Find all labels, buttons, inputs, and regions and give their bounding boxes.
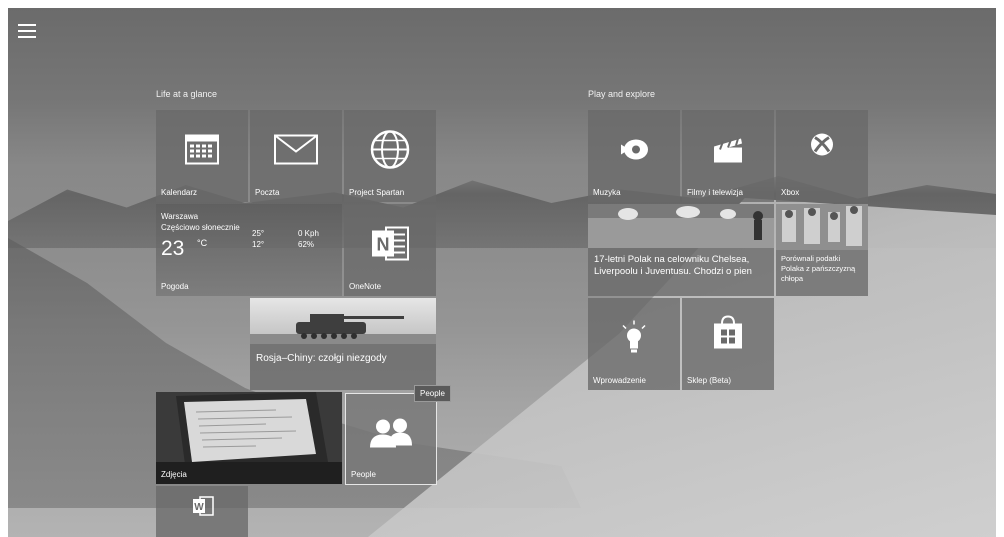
tile-weather[interactable]: Warszawa Częściowo słonecznie 23 °C 25° … [156, 204, 342, 296]
tile-label: Zdjęcia [161, 470, 187, 479]
weather-unit: °C [197, 238, 208, 248]
calendar-icon [185, 134, 219, 170]
clapperboard-icon [711, 136, 745, 169]
start-screen: Life at a glance Play and explore Kalend… [8, 8, 996, 537]
tile-people[interactable]: People [345, 393, 437, 485]
tile-label: Wprowadzenie [593, 376, 646, 385]
tile-label: Xbox [781, 188, 800, 197]
tile-news-sport[interactable]: 17-letni Polak na celowniku Chelsea, Liv… [588, 204, 774, 296]
tile-label: Sklep (Beta) [687, 376, 732, 385]
news-headline: Rosja–Chiny: czołgi niezgody [256, 353, 387, 364]
tile-project-spartan[interactable]: Project Spartan [344, 110, 436, 202]
tile-calendar[interactable]: Kalendarz [156, 110, 248, 202]
group-title-play[interactable]: Play and explore [588, 89, 655, 99]
xbox-icon [810, 132, 834, 161]
tile-music[interactable]: Muzyka [588, 110, 680, 202]
store-icon [712, 315, 744, 354]
tile-news-tanks[interactable]: Rosja–Chiny: czołgi niezgody [250, 298, 436, 390]
tile-photos[interactable]: Zdjęcia [156, 392, 342, 484]
group-title-life[interactable]: Life at a glance [156, 89, 217, 99]
people-tooltip: People [414, 385, 451, 402]
news-headline: 17-letni Polak na celowniku Chelsea, Liv… [594, 254, 752, 277]
svg-text:N: N [377, 235, 390, 255]
tile-word[interactable]: W [156, 486, 248, 537]
word-icon: W [192, 496, 214, 521]
menu-hamburger-icon[interactable] [18, 24, 36, 38]
onenote-icon: N [370, 226, 410, 267]
tile-label: Filmy i telewizja [687, 188, 744, 197]
tile-label: OneNote [349, 282, 382, 291]
news-image [588, 204, 774, 248]
tile-onenote[interactable]: N OneNote [344, 204, 436, 296]
mail-icon [274, 134, 318, 170]
tile-movies[interactable]: Filmy i telewizja [682, 110, 774, 202]
weather-condition: Częściowo słonecznie [161, 223, 240, 232]
weather-city: Warszawa [161, 212, 199, 221]
weather-high: 25° [252, 229, 265, 238]
tile-mail[interactable]: Poczta [250, 110, 342, 202]
news-image [250, 298, 436, 344]
tile-label: Poczta [255, 188, 280, 197]
news-image [776, 204, 868, 250]
music-disc-icon [619, 138, 649, 167]
tile-label: Project Spartan [349, 188, 405, 197]
weather-low: 12° [252, 240, 265, 249]
weather-humidity: 62% [298, 240, 315, 249]
people-icon [369, 418, 413, 453]
globe-icon [370, 130, 410, 175]
tile-label: People [351, 470, 376, 479]
lightbulb-icon [619, 320, 649, 360]
weather-temperature: 23 [161, 237, 185, 260]
tile-label: Muzyka [593, 188, 621, 197]
tile-store[interactable]: Sklep (Beta) [682, 298, 774, 390]
news-headline: Porównali podatki Polaka z pańszczyzną c… [781, 254, 856, 283]
tile-news-money[interactable]: Porównali podatki Polaka z pańszczyzną c… [776, 204, 868, 296]
svg-text:W: W [194, 502, 204, 513]
weather-wind: 0 Kph [298, 229, 319, 238]
tile-get-started[interactable]: Wprowadzenie [588, 298, 680, 390]
tile-label: Kalendarz [161, 188, 198, 197]
tile-xbox[interactable]: Xbox [776, 110, 868, 202]
tile-label: Pogoda [161, 282, 189, 291]
